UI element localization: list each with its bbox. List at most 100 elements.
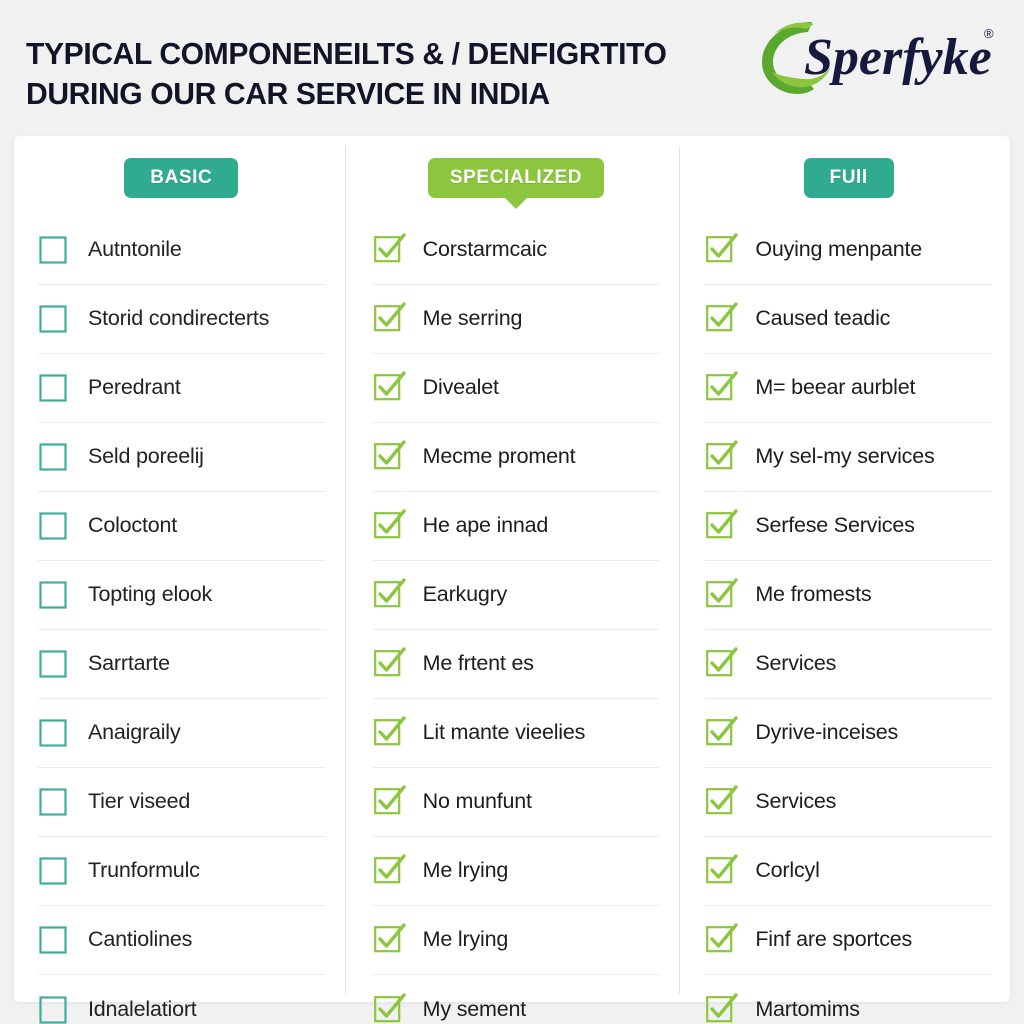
checkbox-unchecked[interactable]	[38, 925, 68, 955]
checkbox-checked[interactable]	[705, 923, 739, 955]
checkbox-checked[interactable]	[705, 785, 739, 817]
checkbox-empty-icon	[39, 857, 67, 885]
checkbox-empty-icon	[39, 374, 67, 402]
checkbox-checked[interactable]	[705, 854, 739, 886]
checklist-item[interactable]: Me lrying	[372, 906, 660, 975]
checkbox-unchecked[interactable]	[38, 856, 68, 886]
checkbox-unchecked[interactable]	[38, 580, 68, 610]
checkbox-checked[interactable]	[705, 716, 739, 748]
checklist-item[interactable]: M= beear aurblet	[705, 354, 993, 423]
page-title-line-1: TYPICAL COMPONENEILTS & / DENFIGRTITO	[26, 36, 667, 71]
checkbox-unchecked[interactable]	[38, 649, 68, 679]
checkbox-checked-icon	[706, 854, 739, 884]
checklist-item[interactable]: Autntonile	[38, 216, 325, 285]
checkbox-unchecked[interactable]	[38, 787, 68, 817]
checklist-item-label: Anaigraily	[88, 720, 181, 745]
checkbox-checked[interactable]	[705, 647, 739, 679]
checklist-item[interactable]: Mecme proment	[372, 423, 660, 492]
checkbox-checked[interactable]	[705, 233, 739, 265]
brand-logo: Sperfyke ®	[752, 10, 1002, 102]
checkbox-checked[interactable]	[705, 440, 739, 472]
checklist-item[interactable]: Ouying menpante	[705, 216, 993, 285]
checklist-item[interactable]: Services	[705, 630, 993, 699]
checklist-item[interactable]: Me lrying	[372, 837, 660, 906]
badge-basic[interactable]: BASIC	[124, 158, 239, 198]
checkbox-checked-icon	[373, 923, 406, 953]
checkbox-checked[interactable]	[373, 371, 406, 403]
checklist-item[interactable]: Corlcyl	[705, 837, 993, 906]
checkbox-empty-icon	[39, 581, 67, 609]
checklist-item[interactable]: Idnalelatiort	[38, 975, 325, 1024]
checklist-item[interactable]: Cantiolines	[38, 906, 325, 975]
checklist-item[interactable]: Martomims	[705, 975, 992, 1024]
checkbox-checked-icon	[706, 716, 739, 746]
checkbox-checked-icon	[706, 578, 739, 608]
checklist-item[interactable]: Anaigraily	[38, 699, 325, 768]
checkbox-checked[interactable]	[373, 302, 406, 334]
checkbox-checked[interactable]	[373, 716, 406, 748]
badge-wrap-specialized: SPECIALIZED	[373, 158, 660, 209]
checklist-item[interactable]: Serfese Services	[705, 492, 993, 561]
checkbox-unchecked[interactable]	[38, 995, 68, 1024]
checkbox-checked[interactable]	[373, 992, 406, 1024]
checkbox-unchecked[interactable]	[38, 235, 68, 265]
checkbox-checked[interactable]	[373, 233, 406, 265]
checkbox-checked-icon	[706, 785, 739, 815]
checkbox-checked[interactable]	[373, 785, 406, 817]
checklist-item[interactable]: Trunformulc	[38, 837, 325, 906]
checklist-item[interactable]: My sel-my services	[705, 423, 993, 492]
checklist-item[interactable]: Sarrtarte	[38, 630, 325, 699]
checkbox-checked[interactable]	[705, 509, 739, 541]
checklist-item[interactable]: Earkugry	[372, 561, 660, 630]
checklist-item[interactable]: Lit mante vieelies	[372, 699, 660, 768]
checkbox-checked-icon	[373, 854, 406, 884]
checkbox-checked-icon	[373, 647, 406, 677]
checklist-item[interactable]: Coloctont	[38, 492, 325, 561]
checklist-item[interactable]: Me serring	[372, 285, 660, 354]
checklist-item-label: Lit mante vieelies	[422, 720, 586, 745]
checklist-item[interactable]: Corstarmcaic	[372, 216, 660, 285]
checklist-item[interactable]: Storid condirecterts	[38, 285, 325, 354]
checklist-item[interactable]: He ape innad	[372, 492, 660, 561]
checklist-item[interactable]: Tier viseed	[38, 768, 325, 837]
checklist-item[interactable]: Caused teadic	[705, 285, 993, 354]
checklist-item[interactable]: Seld poreelij	[38, 423, 325, 492]
badge-specialized[interactable]: SPECIALIZED	[427, 158, 605, 209]
checkbox-checked-icon	[373, 509, 406, 539]
checklist-item-label: Me fromests	[755, 582, 872, 607]
checklist-item[interactable]: Topting elook	[38, 561, 325, 630]
checkbox-checked[interactable]	[373, 854, 406, 886]
checklist-item-label: Cantiolines	[88, 927, 193, 952]
checkbox-checked[interactable]	[705, 992, 739, 1024]
checklist-item[interactable]: No munfunt	[372, 768, 660, 837]
checkbox-checked[interactable]	[373, 578, 406, 610]
checklist-item[interactable]: Finf are sportces	[705, 906, 993, 975]
checklist-column-specialized: SPECIALIZED Corstarmcaic Me serring Diveal…	[344, 136, 680, 1022]
checklist-item-label: Services	[755, 651, 837, 676]
checklist-item[interactable]: My sement	[373, 975, 660, 1024]
checkbox-unchecked[interactable]	[38, 373, 68, 403]
checklist-item[interactable]: Me fromests	[705, 561, 993, 630]
checkbox-checked-icon	[706, 992, 739, 1022]
checkbox-checked[interactable]	[373, 647, 406, 679]
checkbox-unchecked[interactable]	[38, 442, 68, 472]
checklist-item-label: Martomims	[755, 996, 860, 1021]
checklist-item[interactable]: Me frtent es	[372, 630, 660, 699]
checklist-item[interactable]: Dyrive-inceises	[705, 699, 993, 768]
checkbox-checked[interactable]	[705, 371, 739, 403]
checklist-item-label: No munfunt	[422, 789, 532, 814]
checkbox-checked[interactable]	[373, 440, 406, 472]
badge-full[interactable]: FUll	[803, 158, 894, 198]
checkbox-unchecked[interactable]	[38, 718, 68, 748]
checkbox-checked[interactable]	[705, 302, 739, 334]
logo-trademark: ®	[984, 26, 994, 41]
checkbox-checked[interactable]	[705, 578, 739, 610]
checkbox-unchecked[interactable]	[38, 511, 68, 541]
checklist-item[interactable]: Peredrant	[38, 354, 325, 423]
checkbox-checked[interactable]	[373, 923, 406, 955]
page-header: TYPICAL COMPONENEILTS & / DENFIGRTITO DU…	[0, 0, 1024, 132]
checkbox-checked[interactable]	[373, 509, 406, 541]
checklist-item[interactable]: Services	[705, 768, 993, 837]
checklist-item[interactable]: Divealet	[372, 354, 660, 423]
checkbox-unchecked[interactable]	[38, 304, 68, 334]
